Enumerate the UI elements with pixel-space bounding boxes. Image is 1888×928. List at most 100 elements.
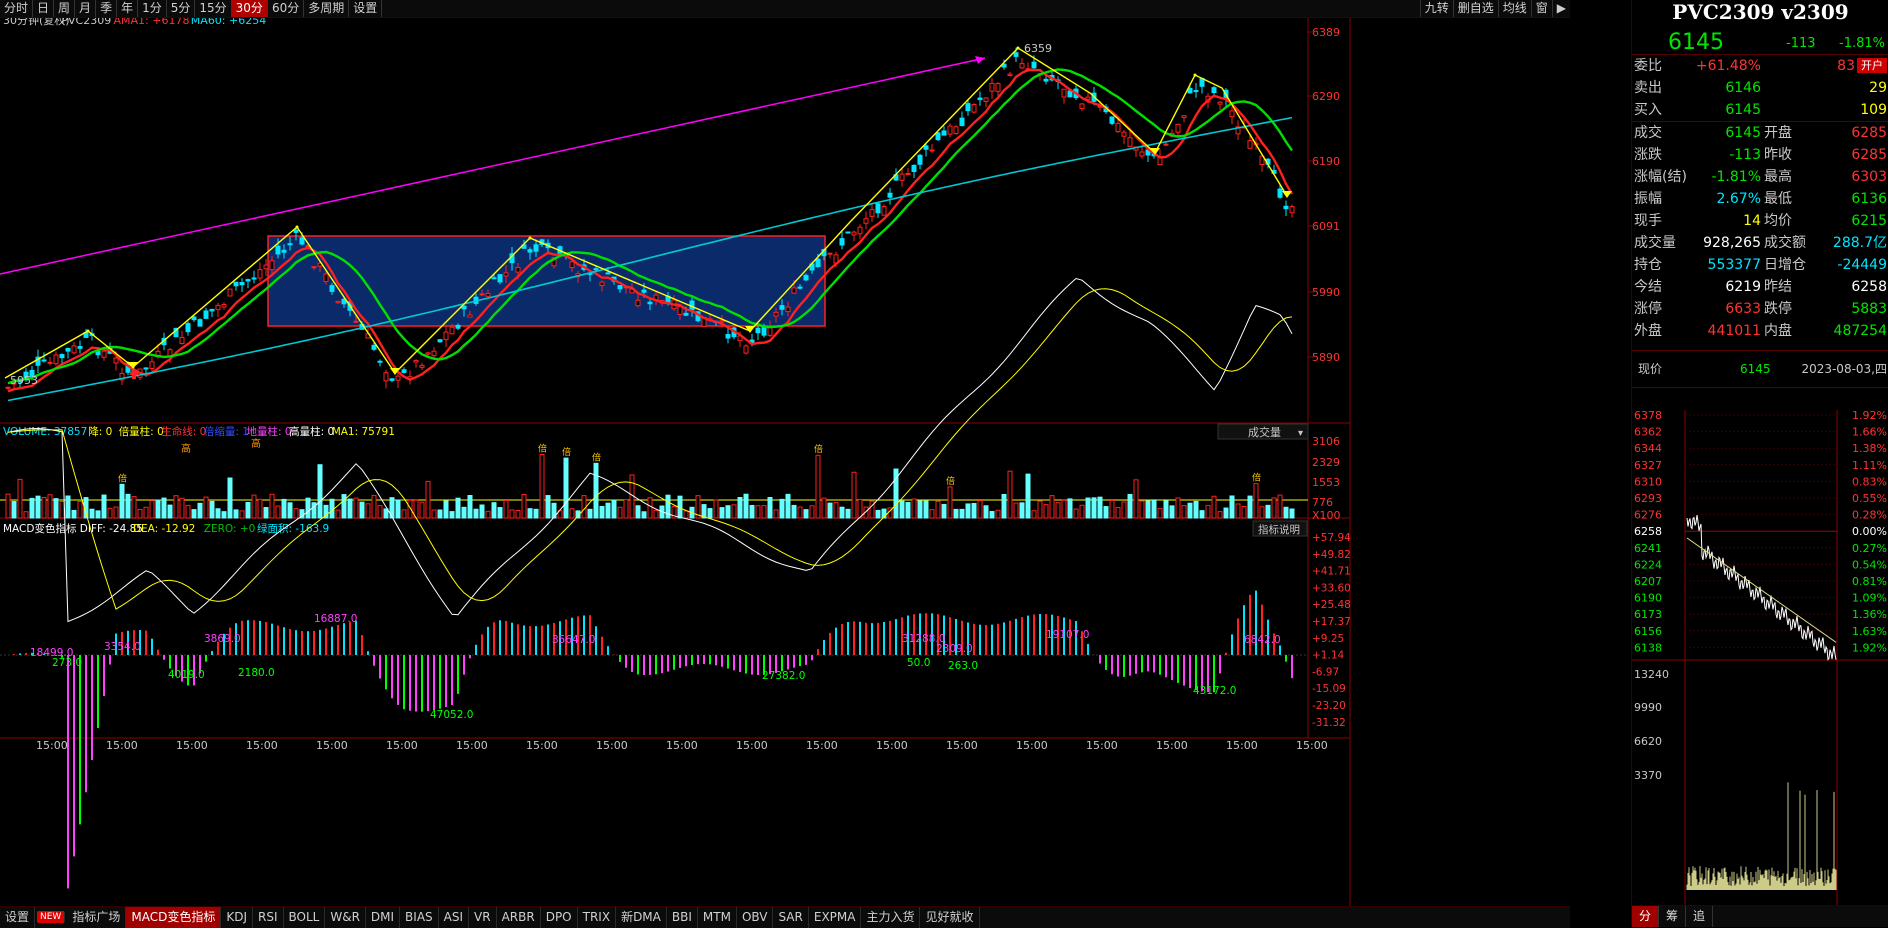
candle-body — [257, 269, 263, 279]
tab-settings[interactable]: 设置 — [349, 0, 383, 17]
tab-new-dma[interactable]: 新DMA — [616, 907, 667, 928]
volume-bar — [443, 500, 449, 519]
quote-value: 6258 — [1851, 279, 1887, 295]
tab-15min[interactable]: 15分 — [195, 0, 232, 17]
tab-multi-period[interactable]: 多周期 — [304, 0, 350, 17]
volume-bar — [1205, 504, 1211, 519]
volume-bar — [1097, 496, 1103, 519]
indicator-square-tab[interactable]: 指标广场 — [67, 907, 127, 928]
remove-favorite-button[interactable]: 删自选 — [1452, 0, 1498, 17]
mini-tab-fen[interactable]: 分 — [1632, 906, 1659, 927]
tab-bias[interactable]: BIAS — [400, 907, 439, 928]
kline-chart[interactable]: 30分钟(复权)PVC2309 AMA1: +6178 MA60: +6254638… — [0, 0, 1570, 927]
macd-legend-0: MACD变色指标 DIFF: -24.85 — [3, 522, 143, 535]
indicator-settings-button[interactable]: 设置 — [0, 907, 36, 928]
tab-dpo[interactable]: DPO — [541, 907, 578, 928]
tab-macd-color[interactable]: MACD变色指标 — [126, 907, 222, 928]
volume-bar — [1241, 506, 1247, 519]
tab-1min[interactable]: 1分 — [138, 0, 167, 17]
tab-trix[interactable]: TRIX — [578, 907, 617, 928]
quote-label: 内盘 — [1764, 323, 1792, 339]
tab-mtm[interactable]: MTM — [698, 907, 737, 928]
panel-toggle-icon[interactable]: ▶ — [1551, 0, 1570, 17]
volume-bar — [989, 510, 995, 519]
volume-bar — [641, 511, 647, 519]
mini-pct-tick: 0.27% — [1852, 542, 1887, 555]
tab-vr[interactable]: VR — [469, 907, 497, 928]
volume-tick: 776 — [1312, 496, 1333, 509]
volume-bar — [119, 483, 125, 519]
candle-body — [419, 364, 425, 368]
tab-year[interactable]: 年 — [117, 0, 139, 17]
volume-bar — [29, 497, 35, 519]
mini-tab-chou[interactable]: 筹 — [1659, 906, 1686, 927]
quote-label: 成交额 — [1764, 235, 1806, 251]
candle-body — [233, 281, 239, 287]
quote-label: 买入 — [1634, 102, 1662, 118]
quote-panel: PVC2309 v2309 6145 -113 -1.81% 委比 +61.48%… — [1631, 0, 1888, 927]
tab-arbr[interactable]: ARBR — [497, 907, 541, 928]
volume-bar — [533, 508, 539, 519]
volume-bar — [53, 498, 59, 519]
tab-expma[interactable]: EXPMA — [809, 907, 862, 928]
open-account-button[interactable]: 开户 — [1857, 58, 1887, 73]
mini-pct-tick: 1.63% — [1852, 625, 1887, 638]
tab-fenshi[interactable]: 分时 — [0, 0, 34, 17]
tab-bbi[interactable]: BBI — [667, 907, 698, 928]
candle-body — [263, 264, 269, 270]
volume-bar — [545, 495, 551, 519]
tab-main-inflow[interactable]: 主力入货 — [861, 907, 921, 928]
mini-price-tick: 6327 — [1634, 459, 1662, 472]
intraday-chart[interactable]: 6378 1.92% 6362 1.66% 6344 1.38% 6327 1.11% 6310… — [1632, 410, 1888, 905]
volume-bar — [539, 454, 545, 519]
tab-boll[interactable]: BOLL — [284, 907, 326, 928]
quote-value: 29 — [1869, 80, 1887, 96]
time-tick: 15:00 — [36, 739, 68, 752]
volume-bar — [1163, 500, 1169, 519]
volume-bar — [347, 498, 353, 519]
tab-obv[interactable]: OBV — [737, 907, 774, 928]
volume-bar — [383, 508, 389, 519]
candle-body — [527, 249, 533, 253]
volume-bar — [77, 501, 83, 519]
volume-bar — [833, 502, 839, 519]
mini-tab-zhui[interactable]: 追 — [1686, 906, 1713, 927]
candle-body — [95, 351, 101, 356]
tab-rsi[interactable]: RSI — [253, 907, 284, 928]
tab-kdj[interactable]: KDJ — [221, 907, 253, 928]
tab-take-profit[interactable]: 见好就收 — [920, 907, 980, 928]
tab-month[interactable]: 月 — [75, 0, 97, 17]
volume-bar — [1121, 501, 1127, 519]
macd-area-label: 16887.0 — [314, 613, 357, 625]
tab-quarter[interactable]: 季 — [96, 0, 118, 17]
tab-dmi[interactable]: DMI — [366, 907, 401, 928]
tab-sar[interactable]: SAR — [773, 907, 809, 928]
volume-bar — [1139, 500, 1145, 519]
volume-legend-1: 降: 0 — [88, 425, 112, 438]
volume-mark: 倍 — [592, 451, 601, 463]
candle-body — [533, 244, 539, 252]
volume-bar — [149, 500, 155, 519]
tab-week[interactable]: 周 — [54, 0, 76, 17]
macd-area-label: 4019.0 — [168, 669, 205, 681]
volume-bar — [455, 497, 461, 519]
candle-body — [401, 369, 407, 373]
ma-line-button[interactable]: 均线 — [1497, 0, 1531, 17]
candle-body — [827, 252, 833, 255]
tab-5min[interactable]: 5分 — [167, 0, 196, 17]
tab-30min[interactable]: 30分 — [231, 0, 268, 17]
candle-body — [383, 372, 389, 382]
volume-bar — [95, 510, 101, 519]
tab-60min[interactable]: 60分 — [268, 0, 305, 17]
candle-body — [491, 277, 497, 280]
tab-asi[interactable]: ASI — [439, 907, 470, 928]
mini-price-tick: 6293 — [1634, 492, 1662, 505]
volume-bar — [635, 505, 641, 519]
candle-body — [53, 354, 59, 365]
volume-legend-4: 倍缩量: 1 — [204, 425, 249, 438]
now-price-row: 现价 6145 2023-08-03,四 — [1632, 350, 1888, 388]
window-button[interactable]: 窗 — [1530, 0, 1552, 17]
nine-turn-button[interactable]: 九转 — [1419, 0, 1453, 17]
tab-day[interactable]: 日 — [33, 0, 55, 17]
tab-wr[interactable]: W&R — [325, 907, 366, 928]
